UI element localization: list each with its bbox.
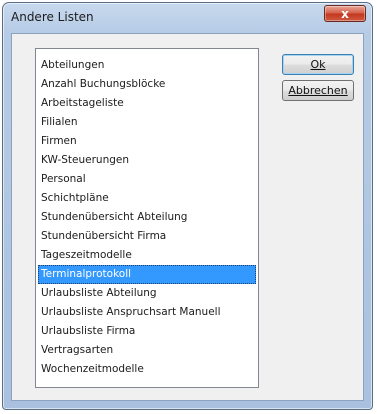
list-item-urlaubsliste-anspruchsart-manuell[interactable]: Urlaubsliste Anspruchsart Manuell	[38, 303, 256, 322]
list-item-stundenuebersicht-firma[interactable]: Stundenübersicht Firma	[38, 227, 256, 246]
list-item-filialen[interactable]: Filialen	[38, 113, 256, 132]
list-item-vertragsarten[interactable]: Vertragsarten	[38, 341, 256, 360]
list-item-terminalprotokoll[interactable]: Terminalprotokoll	[38, 265, 256, 284]
title-bar[interactable]: Andere Listen x	[3, 3, 372, 31]
list-item-abteilungen[interactable]: Abteilungen	[38, 56, 256, 75]
list-item-firmen[interactable]: Firmen	[38, 132, 256, 151]
list-item-schichtplaene[interactable]: Schichtpläne	[38, 189, 256, 208]
list-item-personal[interactable]: Personal	[38, 170, 256, 189]
list-item-tageszeitmodelle[interactable]: Tageszeitmodelle	[38, 246, 256, 265]
list-box[interactable]: Abteilungen Anzahl Buchungsblöcke Arbeit…	[35, 48, 259, 388]
list-item-urlaubsliste-abteilung[interactable]: Urlaubsliste Abteilung	[38, 284, 256, 303]
dialog-client-area: Abteilungen Anzahl Buchungsblöcke Arbeit…	[11, 33, 364, 401]
list-item-arbeitstageliste[interactable]: Arbeitstageliste	[38, 94, 256, 113]
list-item-urlaubsliste-firma[interactable]: Urlaubsliste Firma	[38, 322, 256, 341]
close-button[interactable]: x	[324, 5, 366, 22]
ok-button[interactable]: Ok	[282, 54, 354, 75]
window-title: Andere Listen	[11, 10, 94, 24]
dialog-window: Andere Listen x Abteilungen Anzahl Buchu…	[2, 2, 373, 410]
close-icon: x	[341, 6, 349, 21]
list-item-kw-steuerungen[interactable]: KW-Steuerungen	[38, 151, 256, 170]
cancel-button[interactable]: Abbrechen	[282, 80, 354, 101]
list-item-stundenuebersicht-abteilung[interactable]: Stundenübersicht Abteilung	[38, 208, 256, 227]
list-item-anzahl-buchungsbloecke[interactable]: Anzahl Buchungsblöcke	[38, 75, 256, 94]
list-item-wochenzeitmodelle[interactable]: Wochenzeitmodelle	[38, 360, 256, 379]
